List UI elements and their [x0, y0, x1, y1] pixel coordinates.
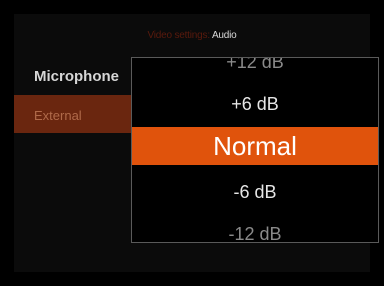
breadcrumb-separator: : [207, 30, 210, 41]
screen: Video settings: Audio Microphone Externa… [0, 0, 384, 286]
breadcrumb: Video settings: Audio [0, 30, 384, 41]
picker-option[interactable]: +12 dB [132, 58, 378, 73]
value-picker[interactable]: +12 dB +6 dB Normal -6 dB -12 dB [131, 57, 379, 243]
picker-option[interactable]: -12 dB [132, 224, 378, 242]
setting-value: External [34, 108, 82, 123]
breadcrumb-previous[interactable]: Video settings [147, 30, 207, 41]
breadcrumb-current: Audio [211, 30, 237, 41]
picker-option[interactable]: -6 dB [132, 182, 378, 203]
picker-option-selected[interactable]: Normal [132, 131, 378, 162]
picker-option[interactable]: +6 dB [132, 94, 378, 115]
setting-label: Microphone [34, 68, 119, 85]
